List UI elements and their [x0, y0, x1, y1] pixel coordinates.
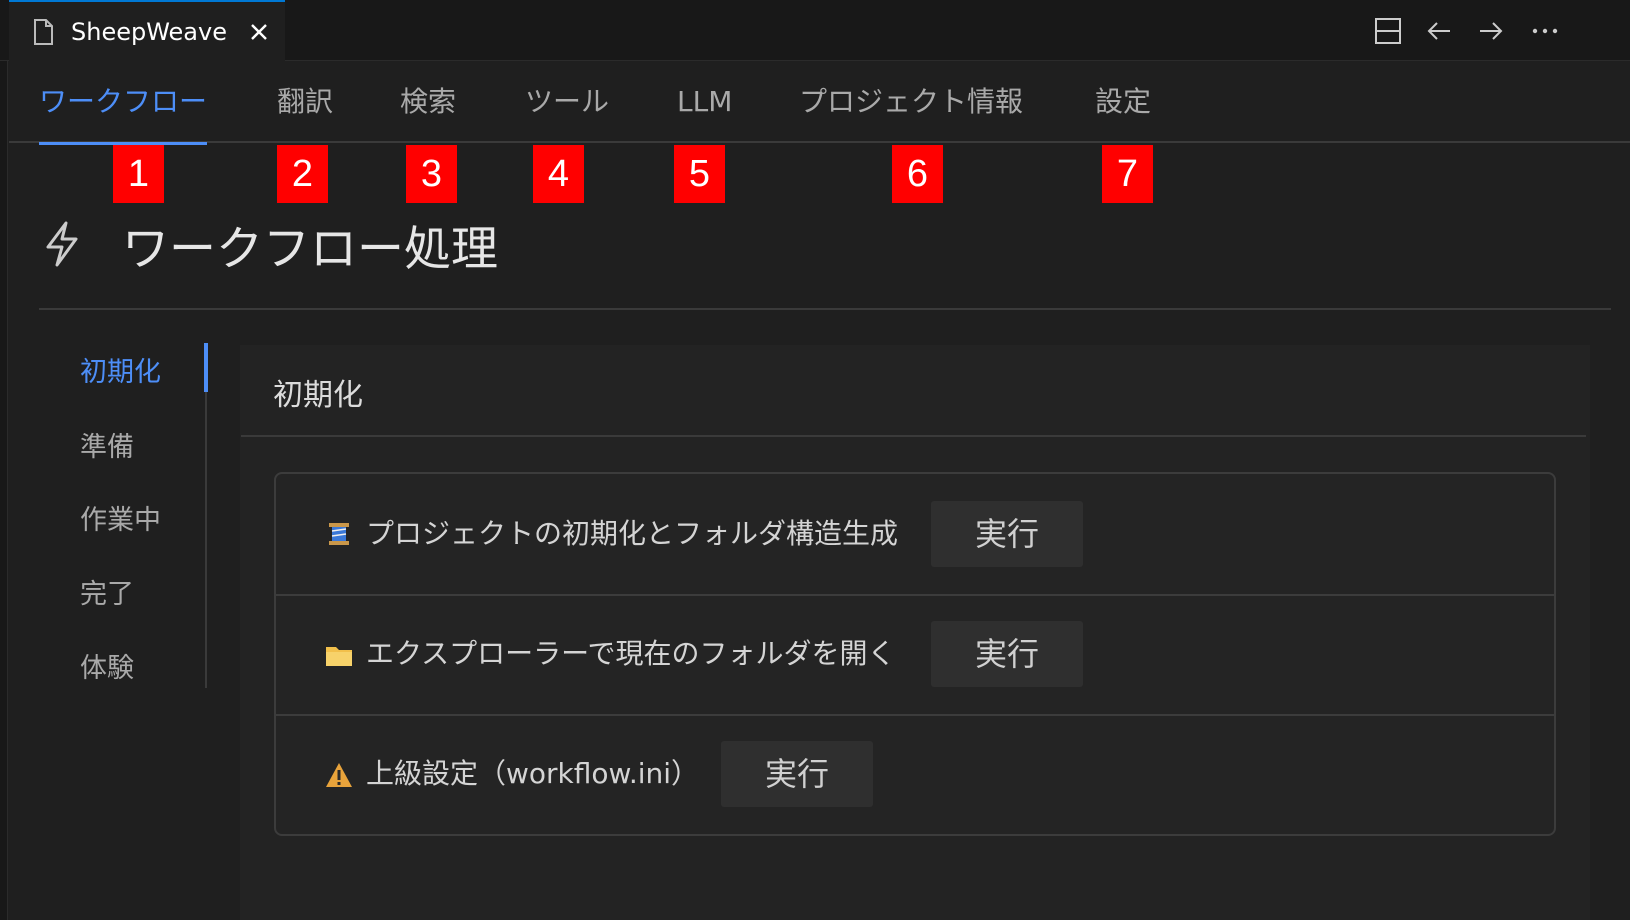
split-editor-icon[interactable]	[1373, 16, 1403, 46]
main-nav: ワークフロー 翻訳 検索 ツール LLM プロジェクト情報 設定	[9, 61, 1630, 145]
tab-workflow[interactable]: ワークフロー	[39, 61, 208, 145]
editor-tab-label: SheepWeave	[71, 17, 227, 46]
open-explorer-button[interactable]: 実行	[931, 621, 1083, 687]
tab-tools[interactable]: ツール	[525, 61, 609, 143]
action-row: 上級設定（workflow.ini） 実行	[276, 714, 1554, 834]
bolt-icon	[40, 220, 84, 268]
tab-project-info[interactable]: プロジェクト情報	[799, 61, 1023, 143]
close-icon[interactable]	[245, 18, 273, 46]
app-window: SheepWeave ワークフロー 翻訳 検索 ツール LLM プロジェクト情報…	[0, 0, 1630, 920]
advanced-settings-button[interactable]: 実行	[721, 741, 873, 807]
run-init-button[interactable]: 実行	[931, 501, 1083, 567]
tab-search[interactable]: 検索	[400, 61, 456, 143]
spool-icon	[324, 519, 354, 549]
tab-translate[interactable]: 翻訳	[277, 61, 333, 143]
sidenav: 初期化 準備 作業中 完了 体験	[60, 340, 210, 690]
tab-llm[interactable]: LLM	[677, 61, 732, 143]
page-title: ワークフロー処理	[122, 221, 498, 277]
action-label: エクスプローラーで現在のフォルダを開く	[366, 637, 896, 670]
back-arrow-icon[interactable]	[1424, 16, 1454, 46]
sidenav-item-init[interactable]: 初期化	[80, 350, 161, 389]
action-label: プロジェクトの初期化とフォルダ構造生成	[366, 517, 899, 550]
warning-icon	[324, 760, 354, 790]
sidenav-item-trial[interactable]: 体験	[80, 646, 134, 685]
marker-6: 6	[892, 145, 943, 203]
folder-icon	[324, 640, 354, 670]
action-card: プロジェクトの初期化とフォルダ構造生成 実行 エクスプローラーで現在のフォルダを…	[274, 472, 1556, 836]
forward-arrow-icon[interactable]	[1476, 16, 1506, 46]
marker-4: 4	[533, 145, 584, 203]
page-header: ワークフロー処理	[40, 212, 498, 277]
section-divider	[241, 435, 1586, 437]
editor-tab[interactable]: SheepWeave	[9, 0, 285, 61]
sidenav-item-in-progress[interactable]: 作業中	[80, 498, 161, 537]
marker-2: 2	[277, 145, 328, 203]
action-label: 上級設定（workflow.ini）	[366, 757, 700, 790]
title-divider	[39, 308, 1611, 310]
marker-1: 1	[113, 145, 164, 203]
editor-tab-bar: SheepWeave	[0, 0, 1630, 61]
marker-7: 7	[1102, 145, 1153, 203]
file-icon	[33, 18, 53, 45]
activity-edge	[0, 61, 8, 920]
action-row: エクスプローラーで現在のフォルダを開く 実行	[276, 594, 1554, 714]
tab-settings[interactable]: 設定	[1095, 61, 1151, 143]
sidenav-item-prepare[interactable]: 準備	[80, 425, 134, 464]
sidenav-item-done[interactable]: 完了	[80, 572, 134, 611]
marker-5: 5	[674, 145, 725, 203]
more-icon[interactable]	[1530, 16, 1560, 46]
marker-3: 3	[406, 145, 457, 203]
section-title: 初期化	[273, 378, 363, 413]
action-row: プロジェクトの初期化とフォルダ構造生成 実行	[276, 474, 1554, 594]
